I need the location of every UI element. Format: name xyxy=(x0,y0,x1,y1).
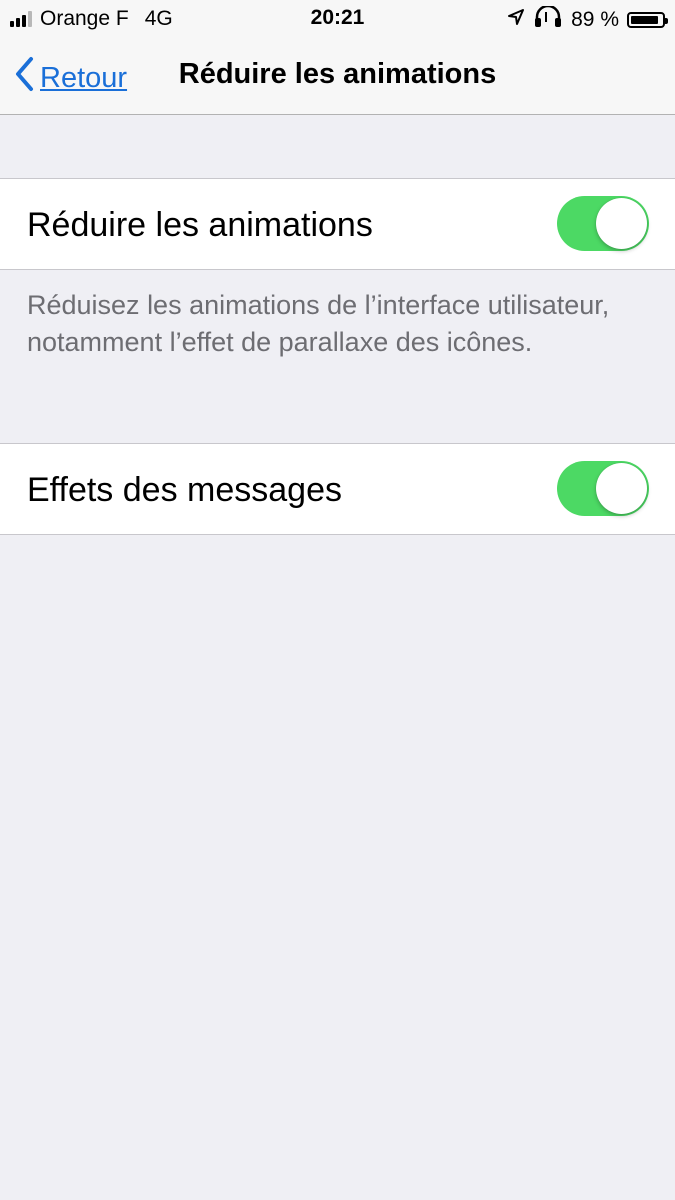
message-effects-label: Effets des messages xyxy=(27,471,342,509)
reduce-motion-toggle[interactable] xyxy=(557,196,649,251)
reduce-motion-description: Réduisez les animations de l’interface u… xyxy=(27,290,610,357)
toggle-knob xyxy=(596,463,647,514)
message-effects-toggle[interactable] xyxy=(557,461,649,516)
navigation-bar: Retour Réduire les animations xyxy=(0,38,675,115)
battery-percent: 89 % xyxy=(571,8,619,31)
reduce-motion-label: Réduire les animations xyxy=(27,206,373,244)
status-bar: Orange F 4G 20:21 89 % xyxy=(0,0,675,38)
location-arrow-icon xyxy=(507,8,525,32)
page-title: Réduire les animations xyxy=(178,58,497,90)
battery-fill xyxy=(631,16,658,24)
message-effects-group: Effets des messages xyxy=(0,443,675,535)
status-right: 89 % xyxy=(507,4,668,34)
battery-icon xyxy=(627,12,668,28)
reduce-motion-row: Réduire les animations xyxy=(0,179,675,269)
headphones-icon xyxy=(533,4,563,34)
toggle-knob xyxy=(596,198,647,249)
reduce-motion-group: Réduire les animations xyxy=(0,178,675,270)
message-effects-row: Effets des messages xyxy=(0,444,675,534)
